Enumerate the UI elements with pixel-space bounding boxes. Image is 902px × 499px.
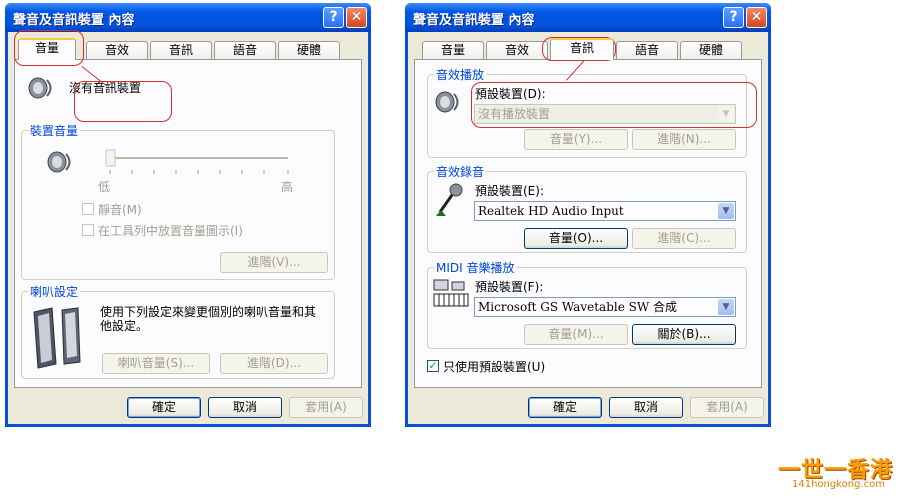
group-title: 裝置音量 [28, 122, 81, 139]
tab-voice[interactable]: 語音 [616, 41, 678, 59]
cancel-button[interactable]: 取消 [609, 397, 683, 418]
device-volume-group: 裝置音量 低 高 靜音(M) 在工具列中放置音量圖示(I) 進階(V)... [21, 122, 335, 280]
sound-properties-window-right: 聲音及音訊裝置 內容 ? ✕ 音量 音效 音訊 語音 硬體 音效播放 預設裝置(… [405, 3, 771, 427]
chevron-down-icon: ▼ [718, 203, 734, 219]
group-title: 音效錄音 [434, 163, 487, 180]
sound-recording-group: 音效錄音 預設裝置(E): Realtek HD Audio Input ▼ 音… [427, 163, 747, 253]
tab-hardware[interactable]: 硬體 [278, 41, 340, 59]
tab-voice[interactable]: 語音 [214, 41, 276, 59]
mute-label: 靜音(M) [98, 203, 142, 217]
midi-keyboard-icon [433, 279, 469, 307]
site-logo: 一世一香港 141hongkong.com [778, 452, 896, 496]
title-bar[interactable]: 聲音及音訊裝置 內容 ? ✕ [5, 3, 371, 32]
speaker-settings-description: 使用下列設定來變更個別的喇叭音量和其他設定。 [100, 305, 317, 333]
ok-button[interactable]: 確定 [528, 397, 602, 418]
speaker-icon [435, 91, 459, 113]
recording-device-dropdown[interactable]: Realtek HD Audio Input ▼ [474, 201, 736, 221]
midi-device-dropdown[interactable]: Microsoft GS Wavetable SW 合成 ▼ [474, 297, 736, 317]
recording-default-device-label: 預設裝置(E): [475, 184, 544, 198]
annotation-circle-playback-device [471, 82, 757, 128]
recording-advanced-button[interactable]: 進階(C)... [632, 228, 736, 249]
tray-icon-label: 在工具列中放置音量圖示(I) [98, 224, 243, 238]
use-default-only-checkbox[interactable]: ✓ [427, 360, 439, 372]
tab-volume[interactable]: 音量 [18, 38, 76, 60]
use-default-only-label: 只使用預設裝置(U) [443, 360, 546, 374]
speakers-icon [33, 307, 81, 369]
midi-volume-button[interactable]: 音量(M)... [524, 324, 628, 345]
tab-audio[interactable]: 音訊 [550, 38, 614, 60]
midi-default-device-label: 預設裝置(F): [475, 280, 544, 294]
group-title: 音效播放 [434, 66, 487, 83]
mute-checkbox[interactable] [82, 203, 94, 215]
speaker-advanced-button[interactable]: 進階(D)... [220, 353, 328, 374]
group-title: 喇叭設定 [28, 283, 81, 300]
microphone-icon [436, 183, 463, 216]
help-button[interactable]: ? [323, 7, 344, 28]
logo-url-text: 141hongkong.com [792, 479, 886, 490]
volume-low-label: 低 [98, 180, 111, 194]
group-title: MIDI 音樂播放 [434, 259, 517, 276]
window-title: 聲音及音訊裝置 內容 [413, 13, 535, 28]
midi-about-button[interactable]: 關於(B)... [632, 324, 736, 345]
advanced-volume-button[interactable]: 進階(V)... [220, 252, 328, 273]
dropdown-value: Realtek HD Audio Input [478, 204, 624, 218]
close-button[interactable]: ✕ [746, 7, 767, 28]
midi-playback-group: MIDI 音樂播放 預設裝置(F): Microsoft GS Wavetabl… [427, 259, 747, 349]
volume-high-label: 高 [281, 180, 294, 194]
speaker-icon [47, 151, 71, 173]
annotation-circle-no-device [74, 81, 172, 122]
tab-sounds[interactable]: 音效 [86, 41, 148, 59]
chevron-down-icon: ▼ [718, 299, 734, 315]
speaker-icon [28, 77, 52, 99]
tab-panel-volume: 沒有音訊裝置 裝置音量 低 高 靜音(M) 在工具列中放置音量圖示(I) 進階(… [14, 59, 362, 388]
apply-button[interactable]: 套用(A) [690, 397, 764, 418]
cancel-button[interactable]: 取消 [208, 397, 282, 418]
tab-audio[interactable]: 音訊 [150, 41, 212, 59]
ok-button[interactable]: 確定 [127, 397, 201, 418]
dialog-client: 音量 音效 音訊 語音 硬體 沒有音訊裝置 裝置音量 低 高 靜音(M) 在工具… [8, 32, 368, 424]
speaker-settings-group: 喇叭設定 使用下列設定來變更個別的喇叭音量和其他設定。 喇叭音量(S)... 進… [21, 283, 335, 379]
tab-hardware[interactable]: 硬體 [680, 41, 742, 59]
speaker-volume-button[interactable]: 喇叭音量(S)... [102, 353, 210, 374]
playback-volume-button[interactable]: 音量(Y)... [524, 129, 628, 150]
volume-slider[interactable] [104, 149, 294, 175]
window-title: 聲音及音訊裝置 內容 [13, 13, 135, 28]
dropdown-value: Microsoft GS Wavetable SW 合成 [478, 300, 677, 314]
apply-button[interactable]: 套用(A) [289, 397, 363, 418]
playback-advanced-button[interactable]: 進階(N)... [632, 129, 736, 150]
sound-properties-window-left: 聲音及音訊裝置 內容 ? ✕ 音量 音效 音訊 語音 硬體 沒有音訊裝置 裝置音… [5, 3, 371, 427]
tray-icon-checkbox[interactable] [82, 224, 94, 236]
recording-volume-button[interactable]: 音量(O)... [524, 228, 628, 249]
tab-volume[interactable]: 音量 [422, 41, 484, 59]
tab-sounds[interactable]: 音效 [486, 41, 548, 59]
close-button[interactable]: ✕ [346, 7, 367, 28]
help-button[interactable]: ? [723, 7, 744, 28]
title-bar[interactable]: 聲音及音訊裝置 內容 ? ✕ [405, 3, 771, 32]
